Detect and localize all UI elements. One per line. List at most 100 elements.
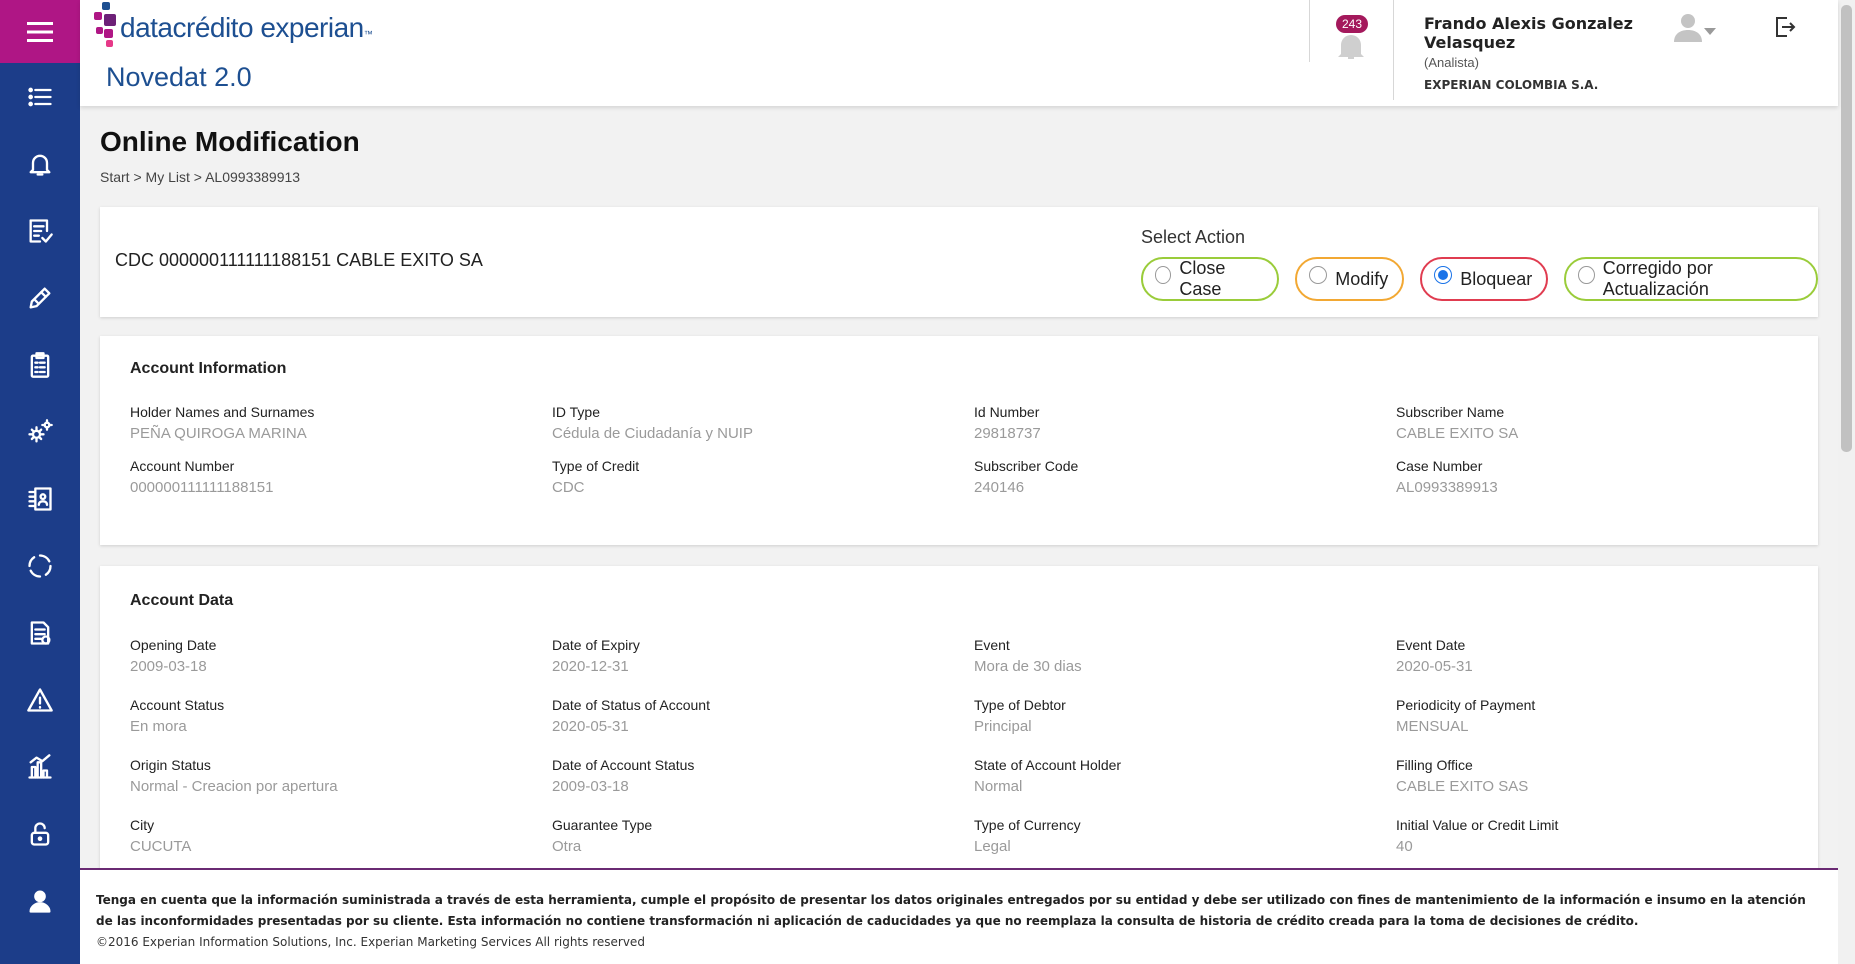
experian-logo[interactable]: datacrédito experian™ [94, 2, 373, 52]
field-value: 240146 [974, 479, 1025, 496]
list-icon [28, 87, 52, 106]
hamburger-icon [27, 21, 53, 42]
field-value: 2020-12-31 [552, 658, 629, 675]
field: Event Date 2020-05-31 [1396, 634, 1796, 694]
section-title: Account Data [130, 592, 234, 609]
field-value: CABLE EXITO SAS [1396, 778, 1529, 795]
logout-button[interactable] [1774, 15, 1796, 39]
bell-icon [29, 154, 51, 176]
field-label: Case Number [1396, 458, 1483, 474]
user-menu-button[interactable] [1674, 12, 1722, 44]
field: Type of Credit CDC [552, 455, 974, 509]
field-value: PEÑA QUIROGA MARINA [130, 425, 307, 442]
radio-bloquear[interactable] [1434, 266, 1453, 284]
action-corregido[interactable]: Corregido por Actualización [1564, 257, 1818, 301]
notifications-button[interactable]: 243 [1334, 15, 1374, 59]
header-divider [1393, 0, 1394, 100]
sidebar-item-profile[interactable] [0, 867, 80, 934]
menu-toggle-button[interactable] [0, 0, 80, 63]
breadcrumb: Start > My List > AL0993389913 [100, 169, 300, 185]
action-modify[interactable]: Modify [1295, 257, 1405, 301]
contacts-icon [28, 486, 52, 511]
field-value: Normal [974, 778, 1023, 795]
field: Subscriber Name CABLE EXITO SA [1396, 401, 1796, 455]
field-label: Event Date [1396, 637, 1466, 653]
user-icon [29, 890, 51, 913]
app-name: Novedat 2.0 [106, 62, 252, 92]
field-value: 2009-03-18 [130, 658, 207, 675]
gears-icon [28, 418, 53, 442]
field-value: 2020-05-31 [1396, 658, 1473, 675]
sidebar-nav [0, 63, 80, 934]
field: Date of Account Status 2009-03-18 [552, 754, 974, 814]
sidebar-item-tasks[interactable] [0, 197, 80, 264]
sidebar-item-security[interactable] [0, 800, 80, 867]
logout-icon [1776, 17, 1796, 37]
user-company: EXPERIAN COLOMBIA S.A. [1424, 78, 1599, 92]
field-label: Subscriber Name [1396, 404, 1505, 420]
field: State of Account Holder Normal [974, 754, 1396, 814]
field: Periodicity of Payment MENSUAL [1396, 694, 1796, 754]
field: Opening Date 2009-03-18 [130, 634, 552, 694]
field-value: Legal [974, 838, 1011, 855]
sidebar-item-edit[interactable] [0, 264, 80, 331]
sidebar-item-clipboard[interactable] [0, 331, 80, 398]
sidebar-item-refresh[interactable] [0, 532, 80, 599]
refresh-icon [28, 553, 52, 578]
radio-corregido[interactable] [1578, 266, 1595, 284]
breadcrumb-start[interactable]: Start [100, 169, 130, 185]
field-label: Subscriber Code [974, 458, 1079, 474]
sidebar-item-notifications[interactable] [0, 130, 80, 197]
field-value: 40 [1396, 838, 1413, 855]
user-role: (Analista) [1424, 55, 1479, 70]
sidebar-item-settings[interactable] [0, 398, 80, 465]
field-value: CUCUTA [130, 838, 192, 855]
field-value: 000000111111188151 [130, 479, 274, 496]
field-label: Event [974, 637, 1010, 653]
sidebar-item-contacts[interactable] [0, 465, 80, 532]
field-label: Date of Account Status [552, 757, 695, 773]
radio-modify[interactable] [1309, 266, 1328, 284]
sidebar-item-list[interactable] [0, 63, 80, 130]
field-label: Id Number [974, 404, 1040, 420]
logo-text: datacrédito experian™ [120, 12, 373, 43]
sidebar-item-documents[interactable] [0, 599, 80, 666]
radio-close-case[interactable] [1155, 266, 1172, 284]
field-label: Date of Expiry [552, 637, 640, 653]
select-action-label: Select Action [1141, 227, 1246, 247]
breadcrumb-separator: > [133, 169, 142, 185]
breadcrumb-current: AL0993389913 [205, 169, 301, 185]
field: Id Number 29818737 [974, 401, 1396, 455]
field-label: Account Number [130, 458, 235, 474]
field: ID Type Cédula de Ciudadanía y NUIP [552, 401, 974, 455]
field: Date of Status of Account 2020-05-31 [552, 694, 974, 754]
page-scrollbar[interactable] [1838, 0, 1855, 964]
sidebar-item-alerts[interactable] [0, 666, 80, 733]
section-title: Account Information [130, 360, 287, 377]
field-label: Periodicity of Payment [1396, 697, 1536, 713]
field-label: Guarantee Type [552, 817, 653, 833]
field: Initial Value or Credit Limit 40 [1396, 814, 1796, 868]
breadcrumb-my-list[interactable]: My List [146, 169, 190, 185]
field-label: Account Status [130, 697, 225, 713]
account-data-card: Account Data Opening Date 2009-03-18 Date … [100, 566, 1818, 868]
field-label: Holder Names and Surnames [130, 404, 315, 420]
scrollbar-thumb[interactable] [1841, 5, 1852, 452]
field-value: Otra [552, 838, 582, 855]
checklist-icon [29, 218, 53, 243]
field-value: CDC [552, 479, 585, 496]
field-value: CABLE EXITO SA [1396, 425, 1519, 442]
field-value: Cédula de Ciudadanía y NUIP [552, 425, 753, 442]
sidebar-item-reports[interactable] [0, 733, 80, 800]
clipboard-icon [30, 351, 50, 378]
field-label: Type of Currency [974, 817, 1081, 833]
field-value: 2009-03-18 [552, 778, 629, 795]
action-bloquear[interactable]: Bloquear [1420, 257, 1549, 301]
action-label: Modify [1335, 268, 1389, 289]
case-identifier: CDC 000000111111188151 CABLE EXITO SA [115, 250, 483, 270]
user-name: Frando Alexis Gonzalez Velasquez [1424, 14, 1633, 52]
user-info: Frando Alexis Gonzalez Velasquez (Analis… [1424, 14, 1644, 92]
action-close-case[interactable]: Close Case [1141, 257, 1280, 301]
chart-icon [28, 753, 52, 779]
field-label: City [130, 817, 155, 833]
